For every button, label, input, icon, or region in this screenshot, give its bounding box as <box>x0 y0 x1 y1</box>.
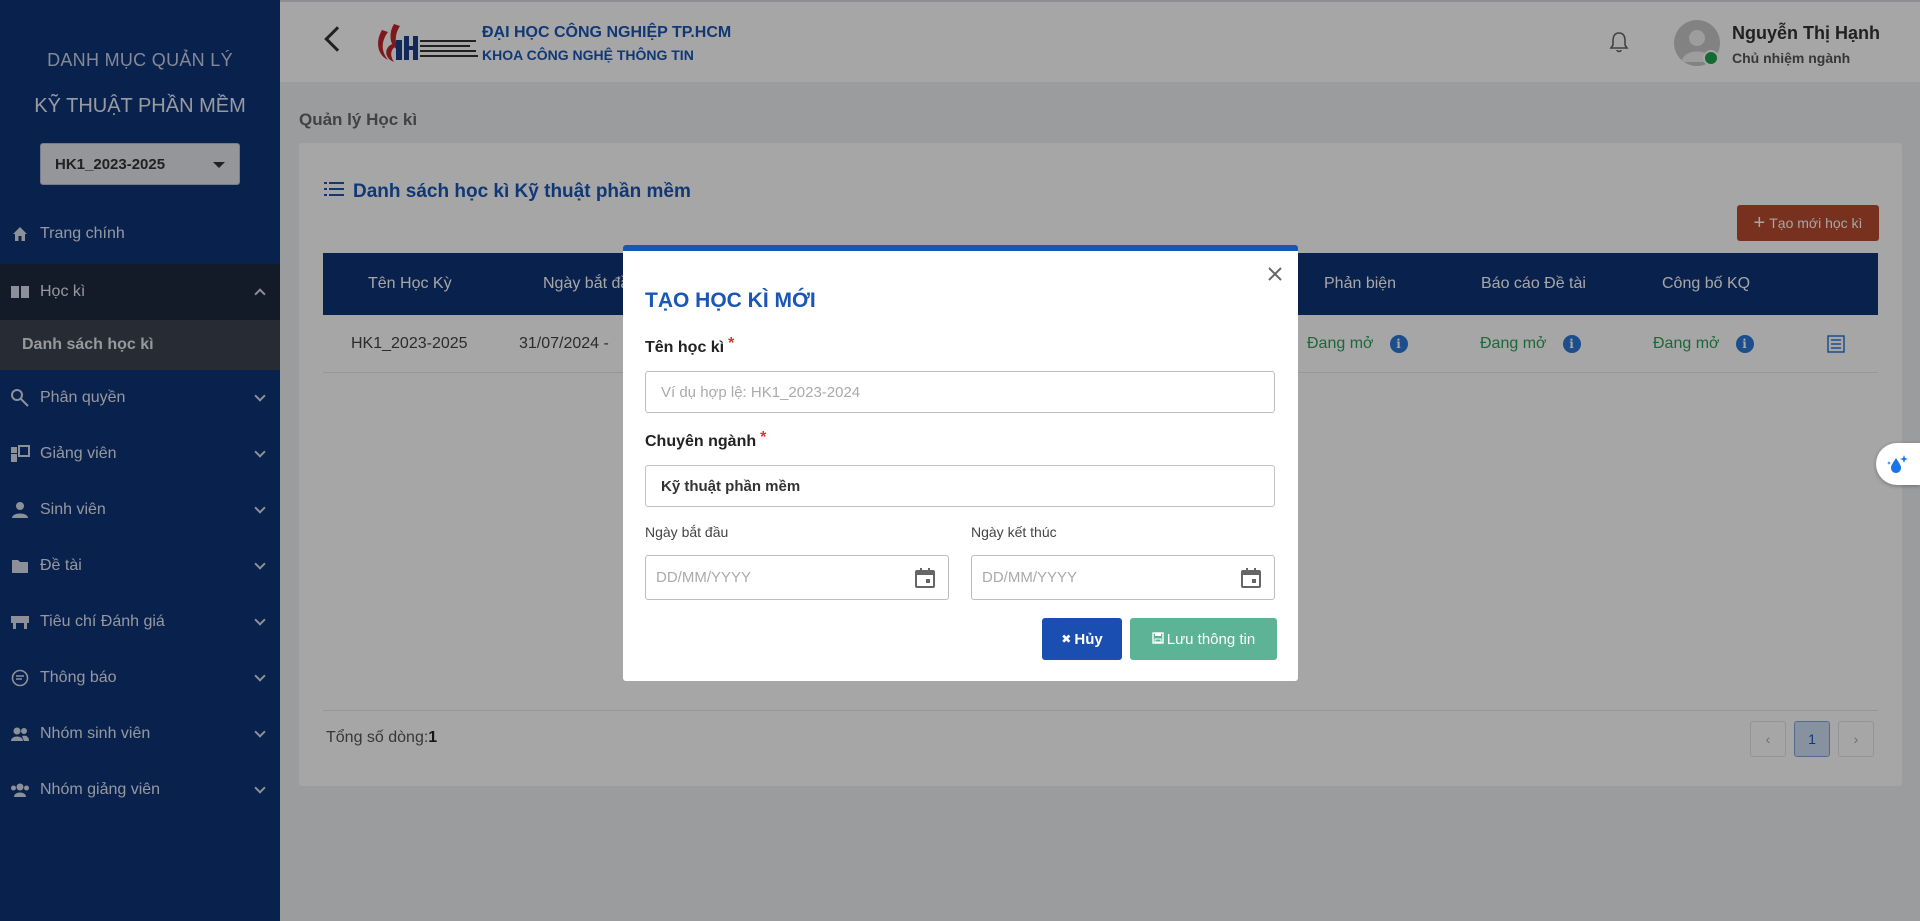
save-label: Lưu thông tin <box>1166 630 1256 648</box>
save-button[interactable]: Lưu thông tin <box>1130 618 1277 660</box>
end-date-input[interactable]: DD/MM/YYYY <box>971 555 1275 600</box>
start-date-input[interactable]: DD/MM/YYYY <box>645 555 949 600</box>
cancel-button[interactable]: ✖ Hủy <box>1042 618 1122 660</box>
floating-widget-button[interactable] <box>1876 443 1920 485</box>
major-field[interactable]: Kỹ thuật phần mềm <box>645 465 1275 507</box>
semester-name-label-text: Tên học kì <box>645 339 725 356</box>
required-mark: * <box>728 335 735 352</box>
semester-name-label: Tên học kì * <box>645 335 734 357</box>
major-label-text: Chuyên ngành <box>645 433 757 450</box>
modal-title: TẠO HỌC KÌ MỚI <box>645 289 816 312</box>
water-drop-sparkle-icon <box>1887 455 1908 473</box>
create-semester-modal: TẠO HỌC KÌ MỚI Tên học kì * Ví dụ hợp lệ:… <box>623 245 1298 681</box>
calendar-icon[interactable] <box>1240 567 1262 589</box>
start-date-placeholder: DD/MM/YYYY <box>656 569 752 586</box>
semester-name-placeholder: Ví dụ hợp lệ: HK1_2023-2024 <box>661 383 861 401</box>
end-date-placeholder: DD/MM/YYYY <box>982 569 1078 586</box>
cancel-label: Hủy <box>1074 630 1103 648</box>
cancel-icon: ✖ <box>1061 632 1072 646</box>
close-icon[interactable] <box>1264 263 1286 285</box>
save-icon <box>1152 631 1164 647</box>
required-mark: * <box>760 429 767 446</box>
start-date-label: Ngày bắt đầu <box>645 524 729 540</box>
major-label: Chuyên ngành * <box>645 429 766 451</box>
end-date-label: Ngày kết thúc <box>971 524 1057 540</box>
calendar-icon[interactable] <box>914 567 936 589</box>
semester-name-input[interactable]: Ví dụ hợp lệ: HK1_2023-2024 <box>645 371 1275 413</box>
major-value: Kỹ thuật phần mềm <box>661 477 801 495</box>
